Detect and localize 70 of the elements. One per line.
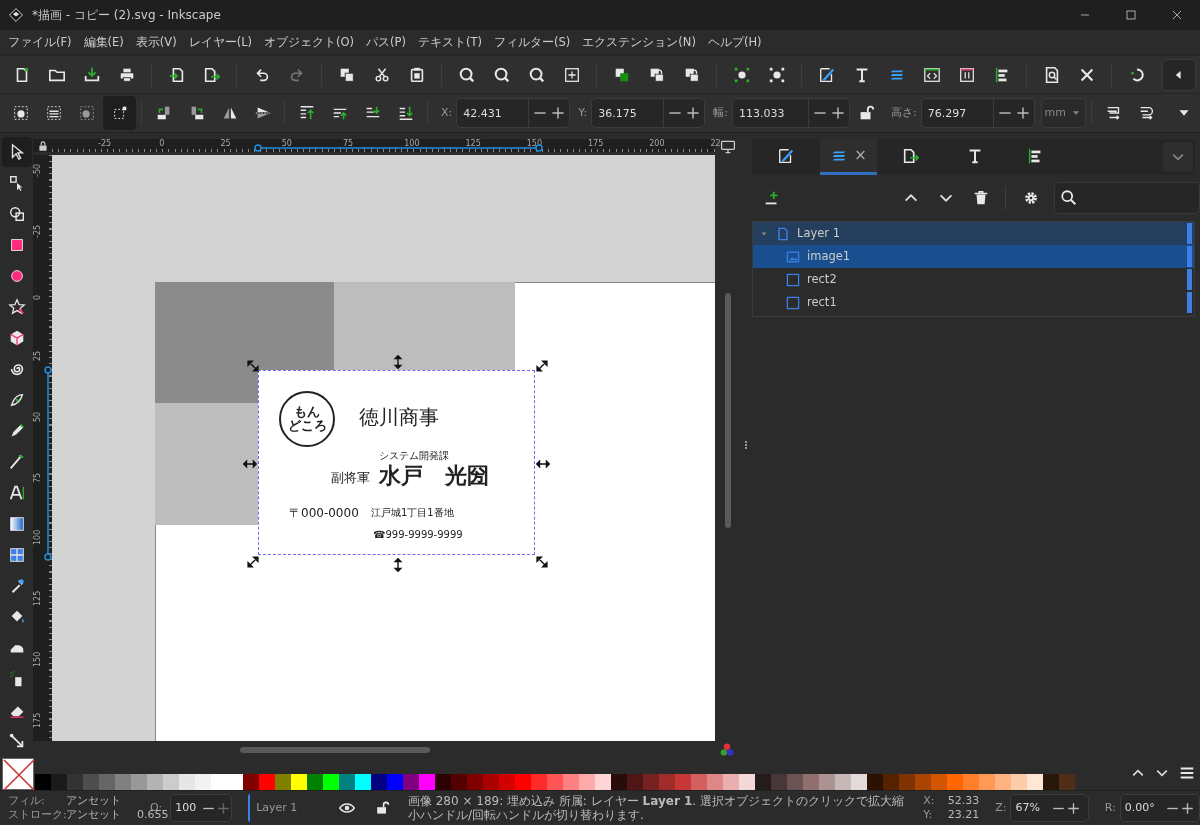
stroke-value: アンセット (66, 808, 121, 823)
unit-dropdown[interactable]: mm (1040, 98, 1086, 128)
coordinate-value: 52.33 (947, 793, 980, 808)
company-name: 徳川商事 (359, 407, 439, 427)
ruler-label: 25 (220, 140, 231, 148)
postal-code: 〒000-0000 (289, 507, 359, 519)
rotation-field[interactable]: 0.00° (1119, 794, 1200, 822)
ruler-label: 100 (404, 140, 420, 148)
ruler-label: 200 (649, 140, 665, 148)
fill-value: アンセット (66, 793, 121, 808)
menu-item[interactable]: フィルター(S) (488, 33, 577, 52)
ruler-label: 175 (34, 712, 42, 729)
department-text: システム開発課 (379, 451, 449, 461)
unit-value: mm (1044, 104, 1067, 121)
coordinate-label: Y: (923, 808, 933, 823)
panel-tab[interactable]: × (820, 139, 877, 175)
job-title: 副将軍 (331, 471, 370, 484)
field-label: Y: (578, 104, 588, 121)
ruler-label: -25 (98, 140, 112, 148)
menu-item[interactable]: エクステンション(N) (576, 33, 702, 52)
height-field[interactable]: 76.297 (920, 98, 993, 128)
zoom-label: Z: (995, 800, 1007, 816)
stamp-text: どころ (287, 419, 327, 433)
ruler-label: 100 (34, 529, 42, 545)
menu-item[interactable]: テキスト(T) (412, 33, 489, 52)
close-tab-button[interactable]: × (854, 144, 867, 167)
ruler-label: 125 (34, 590, 42, 606)
width-field[interactable]: 113.033 (731, 98, 808, 128)
ruler-label: 175 (588, 140, 604, 148)
menu-item[interactable]: 表示(V) (129, 33, 183, 52)
menu-item[interactable]: レイヤー(L) (182, 33, 259, 52)
address-text: 江戸城1丁目1番地 (371, 508, 454, 518)
stamp-text: もん (294, 405, 320, 419)
ruler-label: -25 (34, 225, 42, 239)
phone-number: ☎999-9999-9999 (373, 530, 463, 540)
y-field[interactable]: 36.175 (591, 98, 664, 128)
layer-row[interactable]: rect2 (753, 268, 1194, 291)
x-field[interactable]: 42.431 (456, 98, 529, 128)
menu-item[interactable]: ファイル(F) (2, 33, 78, 52)
field-label: 幅: (713, 104, 728, 121)
zoom-field[interactable]: 67% (1010, 794, 1089, 822)
ruler-label: 22 (710, 140, 721, 148)
fill-label: フィル: (8, 793, 46, 808)
ruler-label: -50 (34, 163, 42, 177)
ruler-label: 75 (34, 473, 42, 484)
menu-item[interactable]: パス(P) (360, 33, 413, 52)
status-message: 画像 280 × 189: 埋め込み 所属: レイヤー Layer 1. 選択オブジェクトのクリックで拡大縮小ハンドル/回転ハンドルが切り替わります. (407, 793, 905, 823)
field-label: X: (441, 104, 453, 121)
ruler-label: 150 (34, 651, 42, 667)
opacity-field[interactable]: 100 (170, 794, 233, 822)
coordinate-label: X: (923, 793, 935, 808)
ruler-label: 75 (343, 140, 354, 148)
field-label: 高さ: (890, 104, 917, 121)
layer-row[interactable]: Layer 1 (753, 222, 1194, 245)
menu-item[interactable]: オブジェクト(O) (258, 33, 361, 52)
menu-item[interactable]: ヘルプ(H) (701, 33, 768, 52)
layer-row[interactable]: image1 (753, 245, 1194, 268)
person-name: 水戸 光圀 (379, 465, 489, 487)
stroke-label: ストローク: (8, 808, 66, 823)
ruler-label: 125 (465, 140, 481, 148)
rotation-label: R: (1104, 800, 1116, 816)
ruler-label: 0 (34, 294, 42, 300)
menu-item[interactable]: 編集(E) (77, 33, 130, 52)
coordinate-value: 23.21 (947, 808, 980, 823)
ruler-label: 0 (159, 140, 165, 148)
window-title: *描画 - コピー (2).svg - Inkscape (32, 7, 222, 24)
ruler-label: 25 (34, 350, 42, 361)
ruler-label: 50 (34, 411, 42, 422)
layer-row[interactable]: rect1 (753, 291, 1194, 314)
ruler-label: 50 (281, 140, 292, 148)
